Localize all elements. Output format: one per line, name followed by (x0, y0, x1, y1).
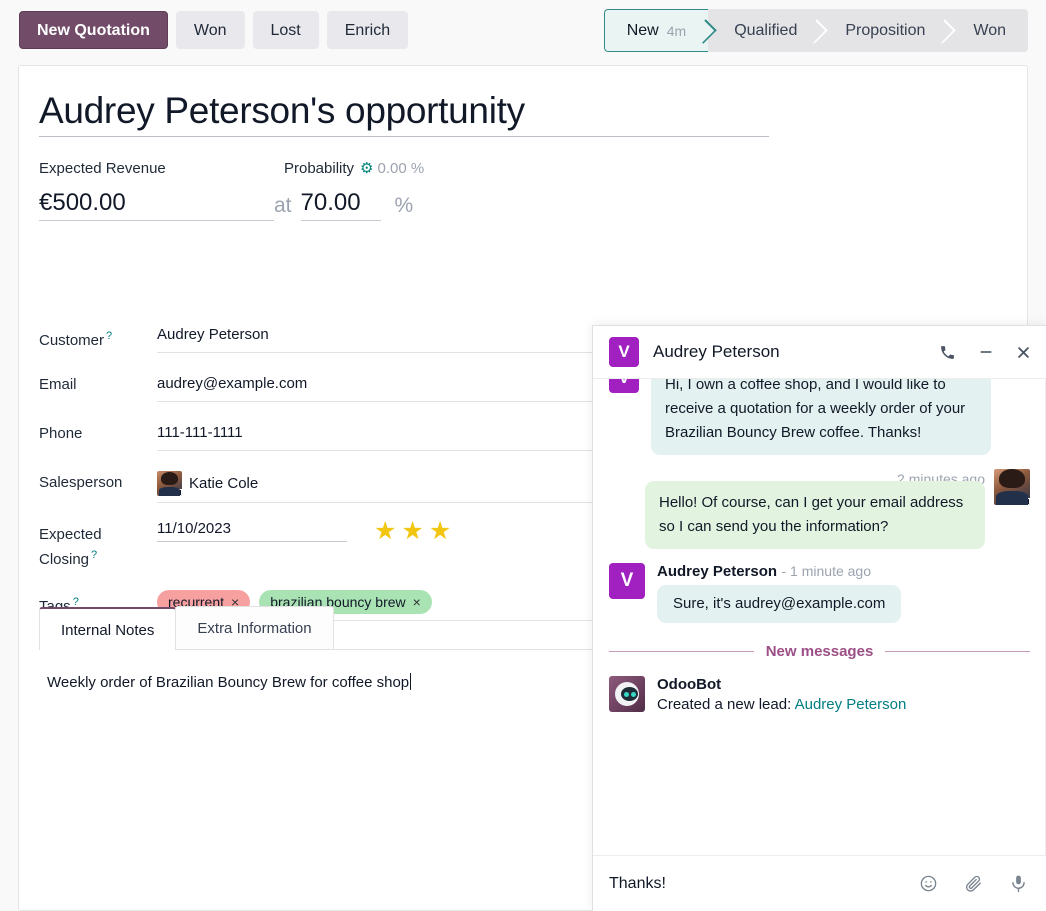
chat-bubble-out-text: Hello! Of course, can I get your email a… (659, 494, 963, 535)
chat-bubble-text: Hello! Of course, can I get your email a… (645, 481, 985, 549)
chat-message-author: Audrey Peterson (657, 563, 777, 580)
log-note-link[interactable]: Audrey Peterson (795, 696, 907, 713)
probability-auto-value: 0.00 % (378, 160, 425, 177)
expected-closing-label: Expected Closing? (39, 520, 157, 570)
at-word: at (274, 194, 292, 218)
stage-new-label: New (627, 22, 659, 40)
log-note-text: Created a new lead: (657, 696, 795, 713)
revenue-probability-labels: Expected Revenue Probability ⚙ 0.00 % (39, 159, 424, 177)
microphone-icon[interactable] (1009, 874, 1028, 893)
paperclip-icon[interactable] (964, 874, 983, 893)
avatar (157, 471, 182, 496)
stage-won-label: Won (973, 22, 1006, 40)
divider-line (885, 651, 1030, 652)
customer-value: Audrey Peterson (157, 324, 269, 346)
help-icon[interactable]: ? (106, 330, 112, 342)
avatar (994, 469, 1030, 505)
top-control-bar: New Quotation Won Lost Enrich New 4m Qua… (0, 0, 1046, 60)
title-underline (39, 136, 769, 137)
close-icon[interactable] (1016, 345, 1031, 360)
help-icon[interactable]: ? (91, 549, 97, 561)
chat-message-header: Audrey Peterson - 1 minute ago (657, 563, 1030, 581)
revenue-probability-block: Expected Revenue Probability ⚙ 0.00 % €5… (39, 159, 424, 221)
bot-eye-icon (631, 692, 636, 697)
email-value: audrey@example.com (157, 373, 307, 395)
phone-value: 111-111-1111 (157, 422, 243, 444)
divider-line (609, 651, 754, 652)
stage-qualified[interactable]: Qualified (708, 9, 819, 52)
stage-new-duration: 4m (667, 23, 686, 39)
log-note-author: OdooBot (657, 676, 906, 693)
tab-internal-notes[interactable]: Internal Notes (39, 607, 176, 650)
avatar: V (609, 563, 645, 599)
expected-closing-input[interactable]: 11/10/2023 (157, 520, 347, 542)
chat-log-note: OdooBot Created a new lead: Audrey Peter… (609, 676, 1030, 716)
chat-header: V Audrey Peterson (593, 326, 1046, 379)
stage-proposition-label: Proposition (845, 22, 925, 40)
message-input[interactable]: Thanks! (609, 875, 919, 893)
text-cursor (410, 673, 411, 690)
phone-label: Phone (39, 419, 157, 444)
chat-title[interactable]: Audrey Peterson (653, 342, 939, 362)
chat-message-outbound-group: 2 minutes ago Hello! Of course, can I ge… (609, 469, 1030, 549)
stage-won[interactable]: Won (947, 9, 1028, 52)
new-quotation-button[interactable]: New Quotation (19, 11, 168, 49)
chat-message-time: - 1 minute ago (782, 563, 872, 579)
page-title[interactable]: Audrey Peterson's opportunity (39, 88, 769, 134)
phone-icon[interactable] (939, 344, 956, 361)
star-icon[interactable]: ★ (429, 520, 451, 542)
presence-badge-icon (1023, 498, 1030, 505)
probability-input[interactable]: 70.00 (301, 188, 381, 221)
revenue-probability-values: €500.00 at 70.00 % (39, 188, 424, 221)
customer-label-text: Customer (39, 332, 104, 349)
app-root: New Quotation Won Lost Enrich New 4m Qua… (0, 0, 1046, 911)
gear-icon[interactable]: ⚙ (360, 159, 373, 177)
stage-separator-icon (806, 9, 820, 52)
chat-header-actions (939, 344, 1031, 361)
lost-button[interactable]: Lost (253, 11, 319, 49)
composer-actions (919, 874, 1028, 893)
email-label: Email (39, 370, 157, 395)
avatar: V (609, 379, 639, 393)
minimize-icon[interactable] (978, 344, 994, 360)
expected-revenue-label: Expected Revenue (39, 160, 284, 177)
stage-new[interactable]: New 4m (604, 9, 708, 52)
action-button-group: New Quotation Won Lost Enrich (19, 11, 408, 49)
bot-eye-icon (624, 692, 629, 697)
expected-revenue-input[interactable]: €500.00 (39, 188, 274, 221)
enrich-button[interactable]: Enrich (327, 11, 408, 49)
salesperson-value: Katie Cole (189, 473, 258, 495)
won-button[interactable]: Won (176, 11, 245, 49)
internal-notes-text: Weekly order of Brazilian Bouncy Brew fo… (47, 674, 409, 691)
opportunity-title-row: Audrey Peterson's opportunity (39, 88, 769, 137)
customer-label: Customer? (39, 321, 157, 351)
probability-label: Probability (284, 160, 354, 177)
expected-closing-label-text: Expected Closing (39, 526, 102, 568)
pipeline-statusbar: New 4m Qualified Proposition Won (604, 9, 1028, 52)
salesperson-label: Salesperson (39, 468, 157, 493)
notebook-tabs: Internal Notes Extra Information (39, 606, 1004, 649)
log-note-body: Created a new lead: Audrey Peterson (657, 693, 906, 716)
avatar: V (609, 337, 639, 367)
presence-badge-icon (175, 489, 182, 496)
emoji-icon[interactable] (919, 874, 938, 893)
stage-proposition[interactable]: Proposition (819, 9, 947, 52)
chat-message: V Hi, I own a coffee shop, and I would l… (609, 379, 1030, 455)
star-icon[interactable]: ★ (374, 520, 396, 542)
priority-stars[interactable]: ★ ★ ★ (374, 520, 451, 542)
star-icon[interactable]: ★ (401, 520, 423, 542)
stage-qualified-label: Qualified (734, 22, 797, 40)
stage-separator-icon (934, 9, 948, 52)
tab-extra-information[interactable]: Extra Information (175, 606, 333, 649)
chat-bubble-text: Hi, I own a coffee shop, and I would lik… (651, 379, 991, 455)
chat-composer: Thanks! (593, 855, 1046, 911)
percent-sign: % (395, 194, 414, 218)
avatar (609, 676, 645, 712)
stage-separator-icon (695, 10, 709, 51)
